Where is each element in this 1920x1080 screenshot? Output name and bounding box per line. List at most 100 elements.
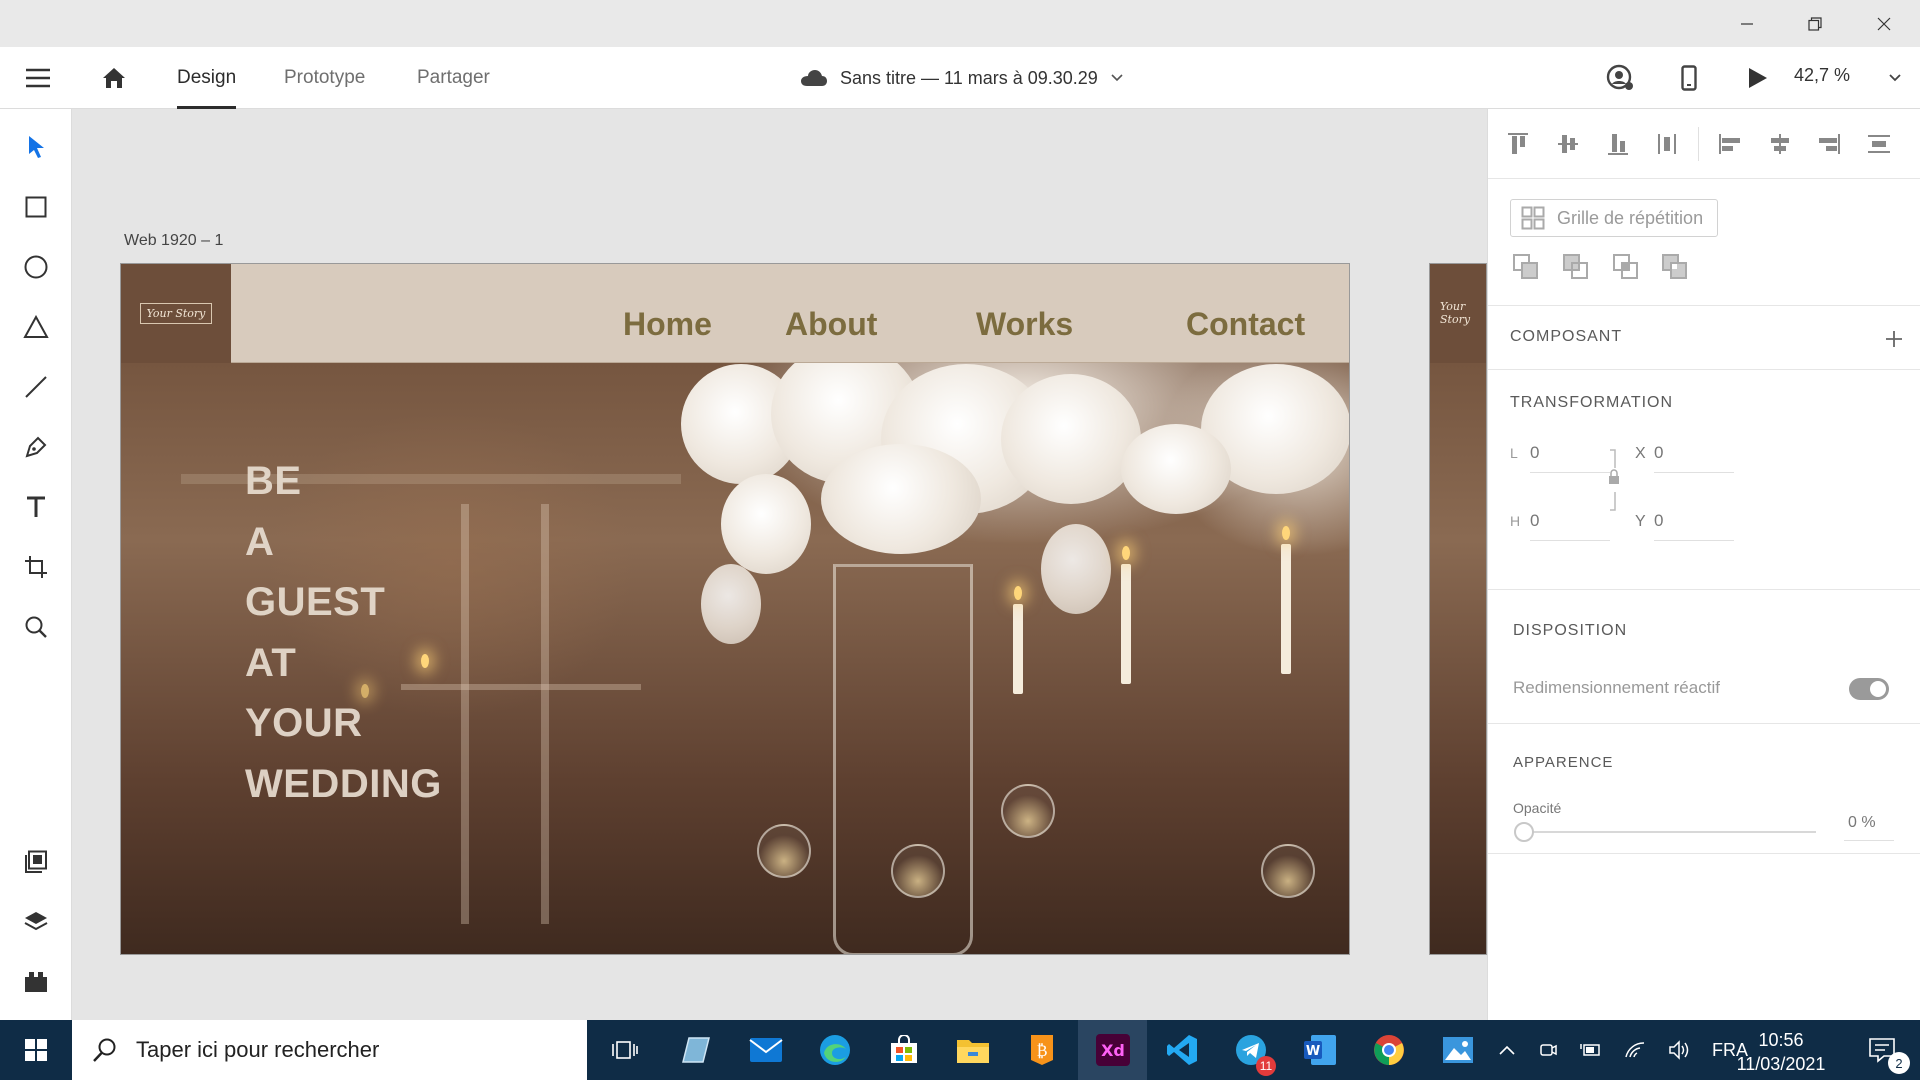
share-user-button[interactable] <box>1603 61 1637 95</box>
pen-tool[interactable] <box>18 429 54 465</box>
start-button[interactable] <box>0 1020 72 1080</box>
site-navbar: Your Story Home About Works Contact <box>121 264 1349 363</box>
device-preview-button[interactable] <box>1672 61 1706 95</box>
taskbar-app-vscode[interactable] <box>1147 1020 1216 1080</box>
layers-panel-button[interactable] <box>18 904 54 940</box>
taskbar-app-word[interactable]: W <box>1285 1020 1354 1080</box>
taskbar-app-photos[interactable] <box>1423 1020 1492 1080</box>
distribute-vertical-button[interactable] <box>1652 129 1682 159</box>
add-component-icon[interactable] <box>1885 330 1903 348</box>
zoom-level[interactable]: 42,7 % <box>1794 65 1850 86</box>
taskbar-app-edge[interactable] <box>800 1020 869 1080</box>
taskbar-app-notebook[interactable] <box>662 1020 731 1080</box>
rectangle-tool[interactable] <box>18 189 54 225</box>
boolean-add-icon[interactable] <box>1513 254 1539 280</box>
document-title-dropdown[interactable]: Sans titre — 11 mars à 09.30.29 <box>800 47 1124 109</box>
boolean-subtract-icon[interactable] <box>1563 254 1589 280</box>
ellipse-tool[interactable] <box>18 249 54 285</box>
toolbar-divider <box>1698 127 1699 161</box>
align-top-button[interactable] <box>1503 129 1533 159</box>
mail-icon <box>748 1038 783 1062</box>
boolean-intersect-icon[interactable] <box>1613 254 1639 280</box>
taskbar-clock[interactable]: 10:56 11/03/2021 <box>1714 1028 1848 1076</box>
tab-prototype[interactable]: Prototype <box>284 47 365 109</box>
tab-share[interactable]: Partager <box>417 47 490 109</box>
select-tool[interactable] <box>18 129 54 165</box>
task-view-button[interactable] <box>590 1020 659 1080</box>
pointer-arrow-icon <box>29 136 44 158</box>
photos-icon <box>1442 1037 1473 1063</box>
app-menubar: Design Prototype Partager Sans titre — 1… <box>0 47 1920 109</box>
taskbar-app-telegram[interactable]: 11 <box>1216 1020 1285 1080</box>
taskbar-search-box[interactable]: Taper ici pour rechercher <box>72 1020 587 1080</box>
opacity-slider-handle[interactable] <box>1514 822 1534 842</box>
zoom-dropdown-button[interactable] <box>1878 61 1912 95</box>
hero-headline[interactable]: BE A GUEST AT YOUR WEDDING <box>245 451 442 814</box>
artboard-secondary[interactable]: Your Story <box>1429 263 1487 955</box>
taskbar-app-explorer[interactable] <box>938 1020 1007 1080</box>
triangle-icon <box>23 315 49 338</box>
site-nav-contact[interactable]: Contact <box>1186 306 1305 343</box>
opacity-slider-track[interactable] <box>1526 831 1816 833</box>
tab-design[interactable]: Design <box>177 47 237 109</box>
tools-toolbar <box>0 109 72 1020</box>
align-left-button[interactable] <box>1715 129 1745 159</box>
site-logo[interactable]: Your Story <box>121 264 231 363</box>
restore-button[interactable] <box>1781 0 1849 47</box>
artboard-tool[interactable] <box>18 549 54 585</box>
lock-aspect-icon[interactable] <box>1606 448 1620 512</box>
align-right-button[interactable] <box>1814 129 1844 159</box>
minimize-button[interactable] <box>1713 0 1781 47</box>
boolean-exclude-icon[interactable] <box>1662 254 1688 280</box>
x-input[interactable]: 0 <box>1654 443 1663 463</box>
y-input[interactable]: 0 <box>1654 511 1663 531</box>
align-middle-button[interactable] <box>1553 129 1583 159</box>
line-tool[interactable] <box>18 369 54 405</box>
hero-line: GUEST <box>245 580 386 624</box>
opacity-value[interactable]: 0 % <box>1848 814 1876 832</box>
artboard-label[interactable]: Web 1920 – 1 <box>124 232 223 250</box>
hero-line: AT <box>245 640 297 685</box>
height-input[interactable]: 0 <box>1530 511 1539 531</box>
chrome-icon <box>1373 1035 1404 1065</box>
magnifier-icon <box>25 616 47 638</box>
zoom-tool[interactable] <box>18 609 54 645</box>
width-input[interactable]: 0 <box>1530 443 1539 463</box>
site-nav-home[interactable]: Home <box>623 306 712 343</box>
repeat-grid-button[interactable]: Grille de répétition <box>1510 199 1718 237</box>
play-preview-button[interactable] <box>1740 61 1774 95</box>
align-bottom-button[interactable] <box>1603 129 1633 159</box>
battery-icon[interactable] <box>1580 1041 1602 1059</box>
close-button[interactable] <box>1850 0 1918 47</box>
home-icon <box>103 68 125 88</box>
align-top-icon <box>1508 133 1528 154</box>
wifi-icon[interactable] <box>1624 1041 1646 1059</box>
hamburger-menu-button[interactable] <box>21 61 55 95</box>
meet-now-icon[interactable] <box>1538 1040 1558 1060</box>
assets-panel-button[interactable] <box>18 844 54 880</box>
site-nav-works[interactable]: Works <box>976 306 1073 343</box>
action-center-button[interactable]: 2 <box>1850 1020 1914 1080</box>
taskbar-app-adobe-xd[interactable]: Xd <box>1078 1020 1147 1080</box>
taskbar-app-chrome[interactable] <box>1354 1020 1423 1080</box>
svg-text:₿: ₿ <box>1036 1041 1047 1060</box>
artboard-web-1920[interactable]: Your Story Home About Works Contact BE A… <box>120 263 1350 955</box>
text-tool[interactable] <box>18 489 54 525</box>
user-share-icon <box>1606 64 1633 90</box>
align-center-button[interactable] <box>1765 129 1795 159</box>
distribute-horizontal-button[interactable] <box>1864 129 1894 159</box>
volume-icon[interactable] <box>1668 1040 1690 1060</box>
plugins-panel-button[interactable] <box>18 964 54 1000</box>
responsive-resize-toggle[interactable] <box>1849 678 1889 700</box>
polygon-tool[interactable] <box>18 309 54 345</box>
home-button[interactable] <box>97 61 131 95</box>
site-nav-about[interactable]: About <box>785 306 877 343</box>
taskbar-app-bitcoin-wallet[interactable]: ₿ <box>1007 1020 1076 1080</box>
height-label: H <box>1510 513 1521 529</box>
vscode-icon <box>1166 1035 1197 1065</box>
taskbar-app-mail[interactable] <box>731 1020 800 1080</box>
chevron-up-icon[interactable] <box>1498 1044 1516 1056</box>
align-toolbar <box>1488 109 1920 179</box>
responsive-resize-label: Redimensionnement réactif <box>1513 678 1720 697</box>
taskbar-app-store[interactable] <box>869 1020 938 1080</box>
